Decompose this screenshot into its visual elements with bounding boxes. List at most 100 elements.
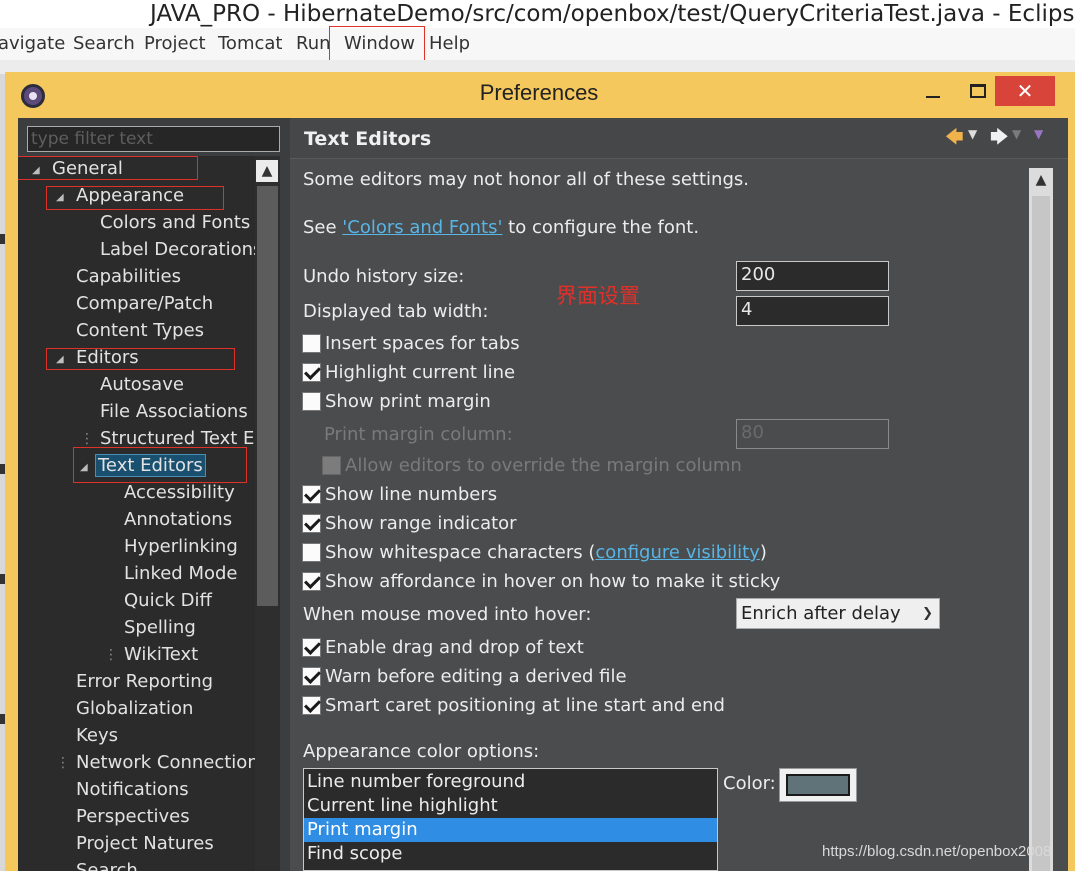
list-item[interactable]: Line number foreground: [304, 770, 717, 794]
forward-menu-icon[interactable]: ▼: [1012, 127, 1021, 141]
tree-item-linked-mode[interactable]: Linked Mode: [124, 562, 237, 586]
scrollbar-thumb[interactable]: [257, 186, 278, 606]
line-numbers-checkbox[interactable]: [302, 485, 321, 504]
color-label: Color:: [723, 773, 776, 794]
configure-visibility-link[interactable]: configure visibility: [595, 542, 759, 563]
colors-and-fonts-link[interactable]: 'Colors and Fonts': [342, 217, 502, 238]
tree-item-perspectives[interactable]: Perspectives: [76, 805, 190, 829]
appearance-options-label: Appearance color options:: [303, 741, 540, 762]
whitespace-checkbox[interactable]: [302, 543, 321, 562]
tree-item-text-editors[interactable]: ◢ Text Editors: [80, 454, 206, 478]
tree-label: General: [52, 158, 123, 179]
forward-arrow-icon[interactable]: 🡆: [990, 125, 1009, 155]
view-menu-icon[interactable]: ▼: [1034, 127, 1043, 141]
menu-help[interactable]: Help: [429, 31, 470, 57]
hover-affordance-checkbox[interactable]: [302, 572, 321, 591]
tree-item-globalization[interactable]: Globalization: [76, 697, 193, 721]
drag-drop-checkbox[interactable]: [302, 638, 321, 657]
menu-navigate[interactable]: avigate: [0, 31, 65, 57]
hover-label: When mouse moved into hover:: [303, 604, 592, 625]
tree-item-general[interactable]: ◢ General: [32, 157, 123, 181]
highlight-line-checkbox[interactable]: [302, 363, 321, 382]
tree-item-editors[interactable]: ◢ Editors: [56, 346, 139, 370]
tree-label: Editors: [76, 347, 139, 368]
tree-item-wikitext[interactable]: ⋮ WikiText: [104, 643, 198, 667]
checkbox-label: Warn before editing a derived file: [325, 666, 627, 687]
back-arrow-icon[interactable]: 🡄: [945, 125, 964, 155]
tree-item-quick-diff[interactable]: Quick Diff: [124, 589, 212, 613]
undo-history-field[interactable]: 200: [736, 261, 889, 291]
expanded-arrow-icon: ◢: [80, 462, 88, 473]
tree-item-compare-patch[interactable]: Compare/Patch: [76, 292, 213, 316]
tree-scrollbar[interactable]: ▲: [255, 156, 280, 871]
tree-label: WikiText: [124, 644, 199, 665]
tree-item-notifications[interactable]: Notifications: [76, 778, 189, 802]
scroll-up-icon[interactable]: ▲: [256, 160, 278, 182]
allow-override-checkbox[interactable]: [322, 456, 341, 475]
eclipse-window-title: JAVA_PRO - HibernateDemo/src/com/openbox…: [0, 0, 1075, 28]
tree-item-project-natures[interactable]: Project Natures: [76, 832, 214, 856]
tree-item-capabilities[interactable]: Capabilities: [76, 265, 181, 289]
checkbox-label: Smart caret positioning at line start an…: [325, 695, 725, 716]
undo-history-label: Undo history size:: [303, 266, 465, 287]
tree-item-network-connection[interactable]: ⋮ Network Connection: [56, 751, 255, 775]
checkbox-label: Show affordance in hover on how to make …: [325, 571, 781, 592]
tree-item-keys[interactable]: Keys: [76, 724, 118, 748]
range-indicator-checkbox[interactable]: [302, 514, 321, 533]
color-picker-button[interactable]: [779, 768, 857, 802]
tree-item-label-decorations[interactable]: Label Decorations: [100, 238, 255, 262]
scrollbar-thumb[interactable]: [1032, 196, 1050, 871]
menu-search[interactable]: Search: [73, 31, 135, 57]
collapsed-dots-icon: ⋮: [56, 755, 70, 771]
tree-item-file-associations[interactable]: File Associations: [100, 400, 248, 424]
tree-item-hyperlinking[interactable]: Hyperlinking: [124, 535, 238, 559]
tree-label: Structured Text Ed: [100, 428, 255, 449]
page-scrollbar[interactable]: ▲: [1029, 168, 1053, 871]
checkbox-label: Enable drag and drop of text: [325, 637, 584, 658]
list-item-selected[interactable]: Print margin: [304, 818, 717, 842]
fonts-hint: See 'Colors and Fonts' to configure the …: [303, 216, 699, 240]
maximize-button[interactable]: [956, 76, 1000, 106]
checkbox-label: Highlight current line: [325, 362, 516, 383]
tab-width-field[interactable]: 4: [736, 296, 889, 326]
smart-caret-checkbox[interactable]: [302, 696, 321, 715]
preferences-dialog: Preferences ✕ ◢General ◢Appearance Color…: [5, 72, 1075, 871]
preference-tree: ◢ General ◢ Appearance Colors and Fonts La…: [18, 156, 255, 871]
insert-spaces-checkbox[interactable]: [302, 334, 321, 353]
warn-derived-checkbox[interactable]: [302, 667, 321, 686]
list-item[interactable]: Find scope: [304, 842, 717, 866]
tree-item-annotations[interactable]: Annotations: [124, 508, 232, 532]
tree-item-spelling[interactable]: Spelling: [124, 616, 196, 640]
back-menu-icon[interactable]: ▼: [968, 127, 977, 141]
scroll-up-icon[interactable]: ▲: [1029, 168, 1053, 192]
text-editors-page: Text Editors 🡄 ▼ 🡆 ▼ ▼ Some editors may …: [290, 118, 1068, 871]
print-margin-checkbox[interactable]: [302, 392, 321, 411]
print-margin-column-field[interactable]: 80: [736, 419, 889, 449]
menu-project[interactable]: Project: [144, 31, 206, 57]
tree-label: Network Connection: [76, 752, 255, 773]
menu-run[interactable]: Run: [296, 31, 331, 57]
close-button[interactable]: ✕: [995, 76, 1055, 106]
whitespace-prefix: Show whitespace characters (: [325, 542, 596, 563]
checkbox-label: Allow editors to override the margin col…: [345, 455, 742, 476]
tree-item-autosave[interactable]: Autosave: [100, 373, 184, 397]
tree-label-selected: Text Editors: [95, 454, 206, 477]
tree-item-accessibility[interactable]: Accessibility: [124, 481, 235, 505]
filter-input[interactable]: [27, 126, 280, 152]
collapsed-dots-icon: ⋮: [80, 431, 94, 447]
tree-item-structured-text-editors[interactable]: ⋮ Structured Text Ed: [80, 427, 255, 451]
tree-item-colors-and-fonts[interactable]: Colors and Fonts: [100, 211, 250, 235]
whitespace-suffix: ): [759, 542, 767, 563]
checkbox-label: Show range indicator: [325, 513, 517, 534]
hover-select[interactable]: Enrich after delay ❯: [736, 598, 940, 629]
tree-item-error-reporting[interactable]: Error Reporting: [76, 670, 213, 694]
panel-sash[interactable]: [280, 118, 290, 871]
tree-item-search[interactable]: Search: [76, 859, 138, 871]
list-item[interactable]: Current line highlight: [304, 794, 717, 818]
watermark: https://blog.csdn.net/openbox2008: [822, 843, 1052, 860]
tree-item-appearance[interactable]: ◢ Appearance: [56, 184, 184, 208]
menu-tomcat[interactable]: Tomcat: [218, 31, 282, 57]
color-options-list[interactable]: Line number foreground Current line high…: [303, 768, 718, 871]
tree-item-content-types[interactable]: Content Types: [76, 319, 204, 343]
minimize-button[interactable]: [910, 76, 956, 106]
